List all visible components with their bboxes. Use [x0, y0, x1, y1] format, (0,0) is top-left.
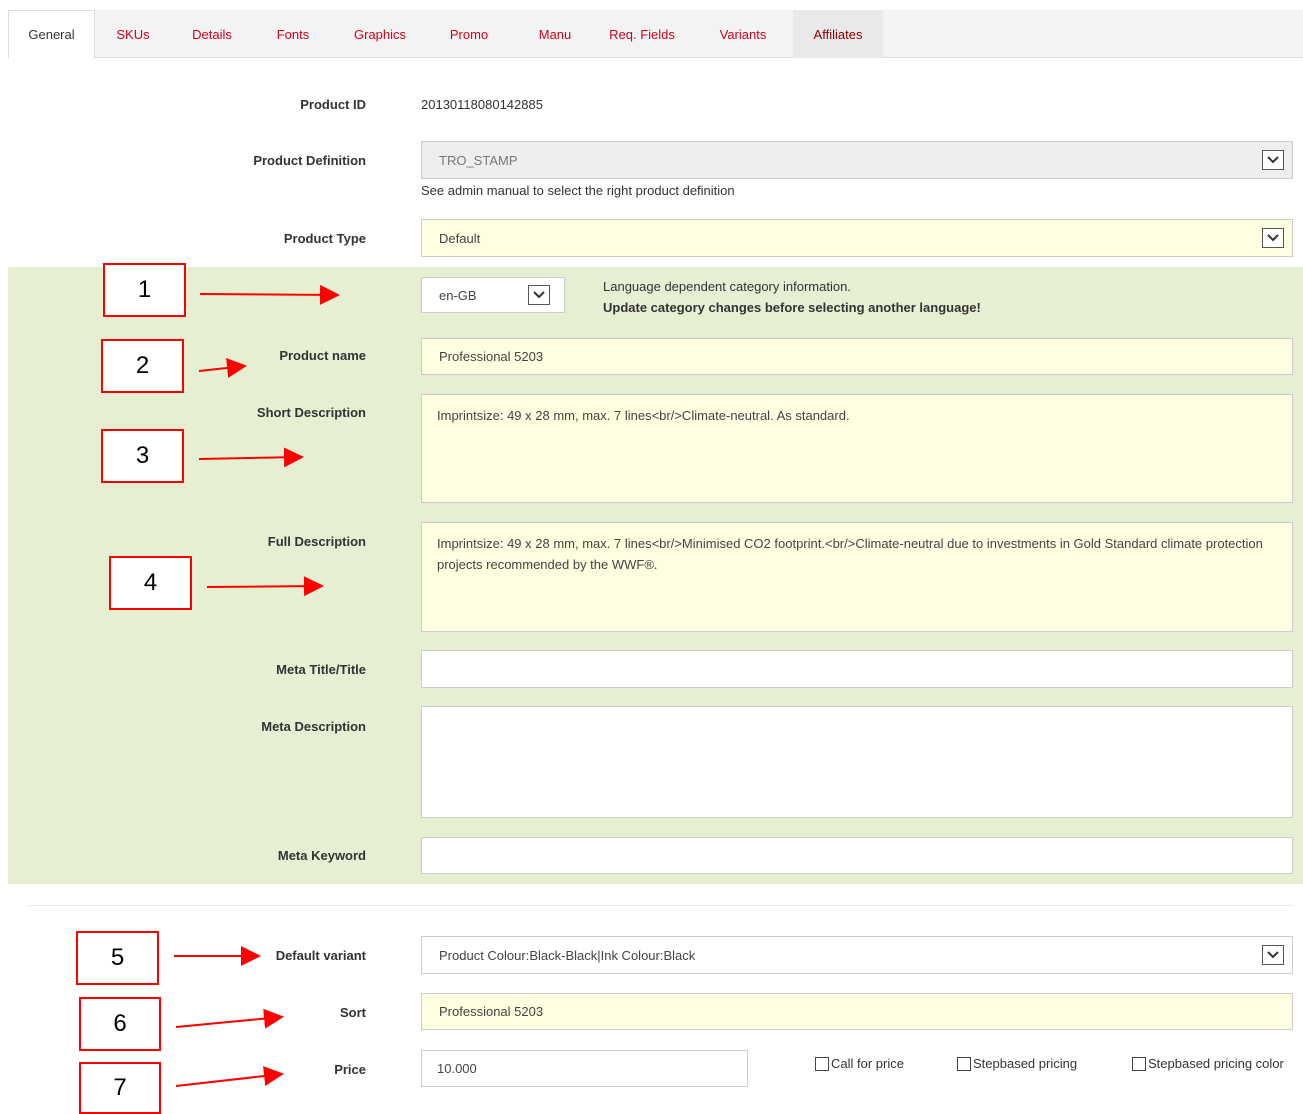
arrow-1 — [199, 284, 340, 305]
annotation-arrows — [174, 284, 340, 1087]
arrow-4 — [206, 576, 324, 597]
arrow-7 — [175, 1066, 284, 1087]
arrow-2 — [198, 358, 247, 378]
arrow-3 — [198, 447, 304, 468]
arrow-6 — [175, 1008, 284, 1029]
